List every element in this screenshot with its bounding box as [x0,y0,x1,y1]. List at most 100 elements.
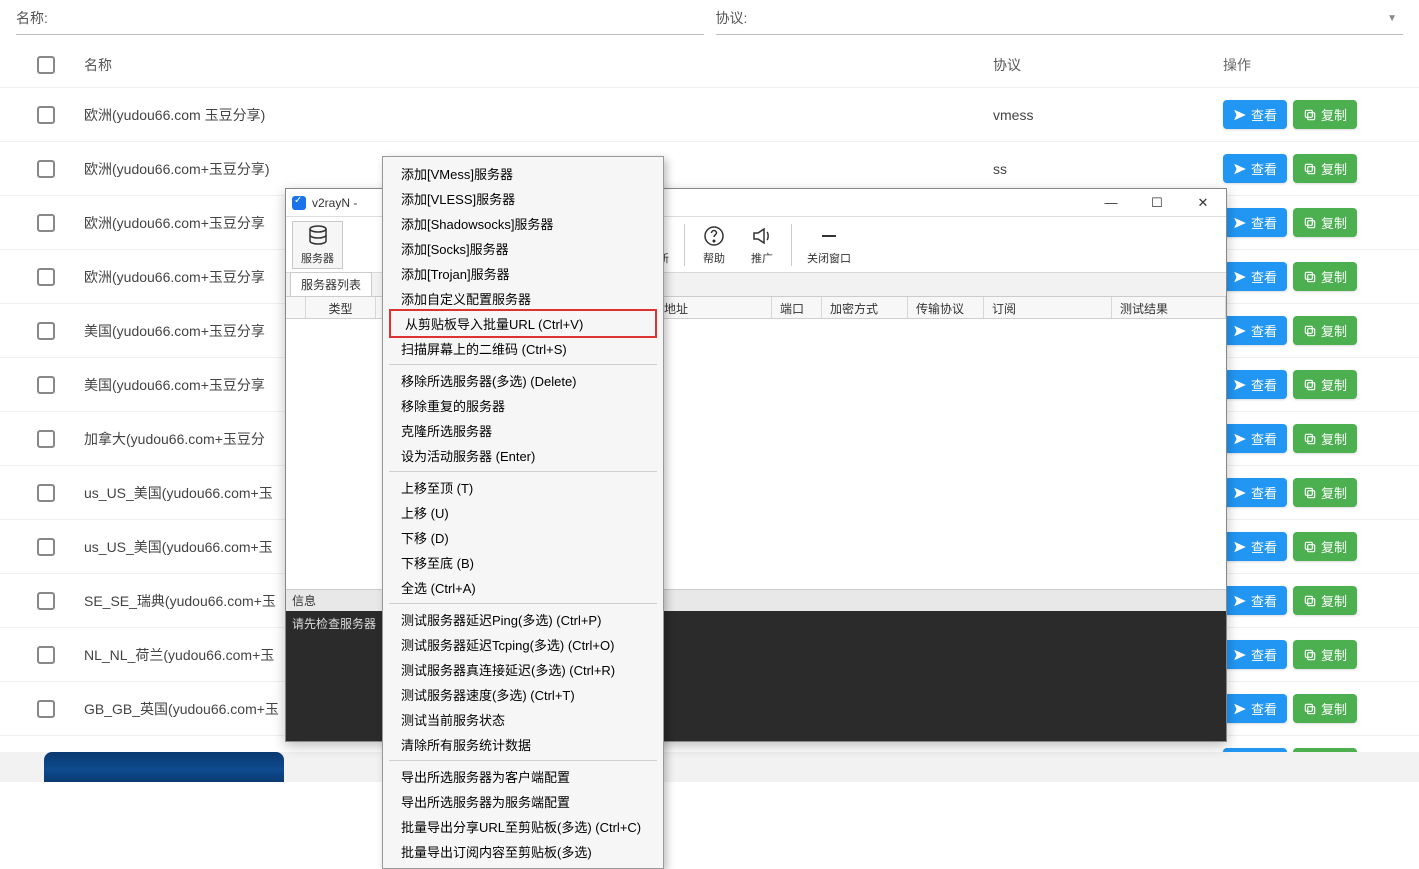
view-button[interactable]: 查看 [1223,100,1287,129]
ctx-item[interactable]: 测试服务器真连接延迟(多选) (Ctrl+R) [385,657,661,682]
name-filter-input[interactable] [56,10,704,26]
send-icon [1233,540,1247,554]
view-button[interactable]: 查看 [1223,424,1287,453]
ctx-item[interactable]: 全选 (Ctrl+A) [385,575,661,600]
row-checkbox[interactable] [37,322,55,340]
ctx-item[interactable]: 测试服务器延迟Tcping(多选) (Ctrl+O) [385,632,661,657]
copy-button[interactable]: 复制 [1293,694,1357,723]
select-all-checkbox[interactable] [37,56,55,74]
ctx-item[interactable]: 批量导出分享URL至剪贴板(多选) (Ctrl+C) [385,814,661,839]
grid-col-addr: 地址 [656,297,772,318]
view-button[interactable]: 查看 [1223,370,1287,399]
servers-toolbar-button[interactable]: 服务器 [292,221,343,269]
copy-button[interactable]: 复制 [1293,154,1357,183]
row-checkbox[interactable] [37,484,55,502]
row-checkbox[interactable] [37,214,55,232]
ctx-item[interactable]: 克隆所选服务器 [385,418,661,443]
col-protocol-header: 协议 [993,55,1223,75]
ctx-item[interactable]: 测试服务器速度(多选) (Ctrl+T) [385,682,661,707]
minimize-button[interactable]: ― [1088,189,1134,217]
ctx-item[interactable]: 导出所选服务器为客户端配置 [385,764,661,789]
copy-button[interactable]: 复制 [1293,532,1357,561]
copy-button[interactable]: 复制 [1293,640,1357,669]
send-icon [1233,162,1247,176]
ctx-item[interactable]: 添加[Socks]服务器 [385,236,661,261]
copy-button[interactable]: 复制 [1293,208,1357,237]
view-button[interactable]: 查看 [1223,694,1287,723]
view-button-label: 查看 [1251,267,1277,286]
ctx-item[interactable]: 批量导出订阅内容至剪贴板(多选) [385,839,661,864]
protocol-filter[interactable]: 协议: ▼ [716,4,1404,35]
copy-icon [1303,540,1317,554]
copy-button-label: 复制 [1321,267,1347,286]
copy-button-label: 复制 [1321,375,1347,394]
view-button-label: 查看 [1251,429,1277,448]
ctx-item[interactable]: 添加自定义配置服务器 [385,286,661,311]
ctx-item[interactable]: 添加[Trojan]服务器 [385,261,661,286]
view-button[interactable]: 查看 [1223,640,1287,669]
send-icon [1233,378,1247,392]
ctx-item[interactable]: 添加[VMess]服务器 [385,161,661,186]
ctx-item[interactable]: 下移至底 (B) [385,550,661,575]
row-checkbox[interactable] [37,268,55,286]
server-context-menu[interactable]: 添加[VMess]服务器添加[VLESS]服务器添加[Shadowsocks]服… [382,156,664,869]
view-button[interactable]: 查看 [1223,262,1287,291]
ctx-item[interactable]: 测试当前服务状态 [385,707,661,732]
ctx-item[interactable]: 下移 (D) [385,525,661,550]
protocol-filter-input[interactable] [755,10,1387,26]
ctx-item[interactable]: 添加[Shadowsocks]服务器 [385,211,661,236]
view-button[interactable]: 查看 [1223,154,1287,183]
view-button[interactable]: 查看 [1223,586,1287,615]
view-button[interactable]: 查看 [1223,478,1287,507]
copy-button[interactable]: 复制 [1293,262,1357,291]
ctx-item[interactable]: 设为活动服务器 (Enter) [385,443,661,468]
copy-button-label: 复制 [1321,105,1347,124]
view-button[interactable]: 查看 [1223,316,1287,345]
row-checkbox[interactable] [37,538,55,556]
copy-button[interactable]: 复制 [1293,316,1357,345]
ctx-separator [389,471,657,472]
row-checkbox[interactable] [37,430,55,448]
name-filter-label: 名称: [16,8,48,28]
help-button[interactable]: 帮助 [691,221,737,269]
row-checkbox[interactable] [37,700,55,718]
ctx-item[interactable]: 清除所有服务统计数据 [385,732,661,757]
table-row[interactable]: 欧洲(yudou66.com 玉豆分享) vmess 查看 复制 [0,88,1419,142]
ctx-item[interactable]: 上移至顶 (T) [385,475,661,500]
row-checkbox[interactable] [37,376,55,394]
ctx-item[interactable]: 移除所选服务器(多选) (Delete) [385,368,661,393]
promo-button[interactable]: 推广 [739,221,785,269]
ctx-item[interactable]: 扫描屏幕上的二维码 (Ctrl+S) [385,336,661,361]
grid-col-test: 测试结果 [1112,297,1226,318]
send-icon [1233,486,1247,500]
close-window-button[interactable]: 关闭窗口 [798,221,860,269]
view-button[interactable]: 查看 [1223,208,1287,237]
copy-button[interactable]: 复制 [1293,100,1357,129]
close-button[interactable]: ✕ [1180,189,1226,217]
ctx-import-url-highlighted[interactable]: 从剪贴板导入批量URL (Ctrl+V) [389,309,657,338]
copy-button-label: 复制 [1321,429,1347,448]
view-button[interactable]: 查看 [1223,532,1287,561]
copy-icon [1303,594,1317,608]
copy-icon [1303,702,1317,716]
copy-icon [1303,162,1317,176]
ctx-item[interactable]: 移除重复的服务器 [385,393,661,418]
row-checkbox[interactable] [37,646,55,664]
copy-button[interactable]: 复制 [1293,478,1357,507]
copy-button[interactable]: 复制 [1293,370,1357,399]
speaker-icon [750,224,774,248]
copy-button[interactable]: 复制 [1293,586,1357,615]
ctx-item[interactable]: 添加[VLESS]服务器 [385,186,661,211]
server-list-tab[interactable]: 服务器列表 [290,272,372,296]
ctx-item[interactable]: 测试服务器延迟Ping(多选) (Ctrl+P) [385,607,661,632]
row-checkbox[interactable] [37,592,55,610]
row-checkbox[interactable] [37,106,55,124]
grid-col-type: 类型 [306,297,376,318]
view-button-label: 查看 [1251,537,1277,556]
row-checkbox[interactable] [37,160,55,178]
ctx-item[interactable]: 上移 (U) [385,500,661,525]
maximize-button[interactable]: ☐ [1134,189,1180,217]
copy-button[interactable]: 复制 [1293,424,1357,453]
ctx-item[interactable]: 导出所选服务器为服务端配置 [385,789,661,814]
name-filter[interactable]: 名称: [16,4,704,35]
